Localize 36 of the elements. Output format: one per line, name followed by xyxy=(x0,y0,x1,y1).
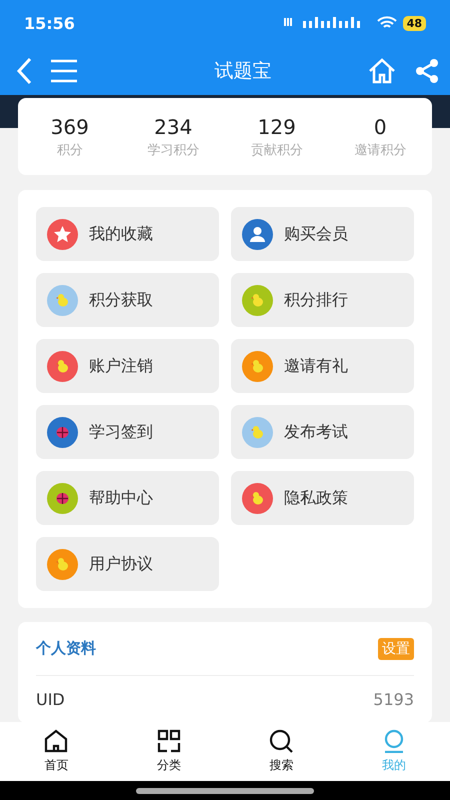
menu-item[interactable]: 发布考试 xyxy=(231,405,414,459)
wifi-icon xyxy=(376,16,397,30)
tab-item[interactable]: 分类 xyxy=(112,722,225,781)
menu-item[interactable]: 购买会员 xyxy=(231,207,414,261)
stat-value: 369 xyxy=(50,114,89,138)
menu-icon[interactable] xyxy=(50,58,78,82)
home-icon[interactable] xyxy=(368,58,396,84)
section-title: 个人资料 xyxy=(36,639,96,658)
app-title: 试题宝 xyxy=(214,58,272,84)
tab-item[interactable]: 搜索 xyxy=(225,722,338,781)
field-label: UID xyxy=(36,690,65,708)
menu-item[interactable]: 用户协议 xyxy=(36,537,219,591)
menu-item[interactable]: 学习签到 xyxy=(36,405,219,459)
back-icon[interactable] xyxy=(16,56,32,84)
stat-value: 0 xyxy=(374,114,387,138)
stat-label: 学习积分 xyxy=(147,142,200,158)
battery-indicator: 48 xyxy=(402,16,426,30)
menu-item[interactable]: 邀请有礼 xyxy=(231,339,414,393)
menu-item[interactable]: 隐私政策 xyxy=(231,471,414,525)
home-icon xyxy=(44,729,68,753)
menu-item[interactable]: 积分获取 xyxy=(36,273,219,327)
stat-label: 积分 xyxy=(56,142,83,158)
search-icon xyxy=(269,729,294,753)
menu-item[interactable]: 账户注销 xyxy=(36,339,219,393)
share-icon[interactable] xyxy=(414,58,440,84)
menu-item[interactable]: 我的收藏 xyxy=(36,207,219,261)
field-value: 5193 xyxy=(373,690,414,708)
stat-value: 234 xyxy=(154,114,192,138)
status-time: 15:56 xyxy=(24,14,75,32)
stat-label: 邀请积分 xyxy=(354,142,406,158)
stat-label: 贡献积分 xyxy=(250,142,303,158)
tab-item[interactable]: 首页 xyxy=(0,722,112,781)
stat-value: 129 xyxy=(258,114,296,138)
menu-item[interactable]: 积分排行 xyxy=(231,273,414,327)
grid-icon xyxy=(156,729,181,753)
menu-item[interactable]: 帮助中心 xyxy=(36,471,219,525)
